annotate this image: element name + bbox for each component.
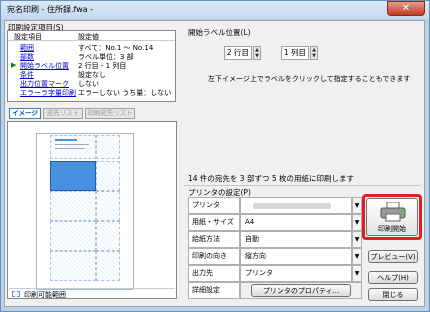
printer-select[interactable]	[240, 197, 352, 214]
summary-divider	[184, 185, 420, 186]
title-bar[interactable]: 宛名印刷 - 住所録.fwa -	[1, 1, 429, 19]
label-cell[interactable]	[96, 251, 120, 281]
printer-name-redacted	[253, 203, 331, 209]
print-summary: 14 件の宛先を 3 部ずつ 5 枚の用紙に印刷します	[188, 174, 355, 183]
paper-source-select[interactable]: 自動	[240, 231, 352, 248]
label-text-line	[55, 148, 85, 149]
start-row-input[interactable]: 2 行目	[224, 46, 252, 60]
output-label: 出力先	[188, 265, 240, 282]
start-col-spinner[interactable]: ▲ ▼	[310, 46, 318, 60]
label-cell[interactable]	[96, 191, 120, 221]
paper-source-dropdown-arrow-icon[interactable]: ▼	[352, 231, 362, 248]
close-window-button[interactable]: ✕	[387, 1, 425, 16]
orientation-label: 印刷の向き	[188, 248, 240, 265]
preview-button[interactable]: プレビュー(V)	[368, 250, 418, 263]
help-button[interactable]: ヘルプ(H)	[368, 271, 418, 284]
close-button[interactable]: 閉じる	[368, 288, 418, 301]
label-cell[interactable]	[50, 221, 96, 251]
print-start-button[interactable]: 印刷開始	[366, 198, 418, 236]
printer-label: プリンタ	[188, 197, 240, 214]
current-arrow-icon: ▶	[11, 61, 17, 69]
paper-size-select[interactable]: A4	[240, 214, 352, 231]
start-position-hint: 左下イメージ上でラベルをクリックして指定することもできます	[208, 75, 411, 83]
tab-print-list[interactable]: 印刷宛先リスト	[85, 108, 135, 119]
tab-image[interactable]: イメージ	[9, 108, 41, 119]
output-select[interactable]: プリンタ	[240, 265, 352, 282]
printable-area-label: 印刷可能範囲	[24, 291, 66, 299]
setting-value-error-print: エラーしない うち量：しない	[78, 89, 172, 97]
label-cell[interactable]	[96, 221, 120, 251]
paper-size-dropdown-arrow-icon[interactable]: ▼	[352, 214, 362, 231]
label-cell[interactable]	[50, 251, 96, 281]
detail-settings-row: プリンタのプロパティ...	[240, 282, 362, 299]
label-cell-selected[interactable]	[50, 161, 96, 191]
label-cell[interactable]	[50, 135, 96, 159]
orientation-select[interactable]: 縦方向	[240, 248, 352, 265]
print-start-label: 印刷開始	[378, 225, 406, 233]
output-dropdown-arrow-icon[interactable]: ▼	[352, 265, 362, 282]
label-text-line	[55, 139, 77, 141]
printer-icon	[380, 202, 406, 222]
start-row-spinner[interactable]: ▲ ▼	[253, 46, 261, 60]
printable-area-swatch-icon	[12, 291, 20, 297]
paper-source-label: 給紙方法	[188, 231, 240, 248]
tab-address-list[interactable]: 宛先リスト	[43, 108, 83, 119]
detail-settings-label: 詳細設定	[188, 282, 240, 299]
orientation-dropdown-arrow-icon[interactable]: ▼	[352, 248, 362, 265]
start-col-input[interactable]: 1 列目	[281, 46, 309, 60]
printer-dropdown-arrow-icon[interactable]: ▼	[352, 197, 362, 214]
window-title: 宛名印刷 - 住所録.fwa -	[7, 5, 94, 14]
setting-item-error-print[interactable]: エラーラ字量印刷	[20, 88, 76, 98]
label-cell[interactable]	[96, 161, 120, 191]
label-cell[interactable]	[96, 135, 120, 159]
paper-size-label: 用紙・サイズ	[188, 214, 240, 231]
preview-divider	[9, 288, 175, 289]
printer-properties-button[interactable]: プリンタのプロパティ...	[251, 284, 351, 297]
label-text-line	[55, 144, 89, 145]
start-position-label: 開始ラベル位置(L)	[188, 28, 251, 37]
label-cell[interactable]	[50, 191, 96, 221]
header-divider	[8, 40, 175, 41]
